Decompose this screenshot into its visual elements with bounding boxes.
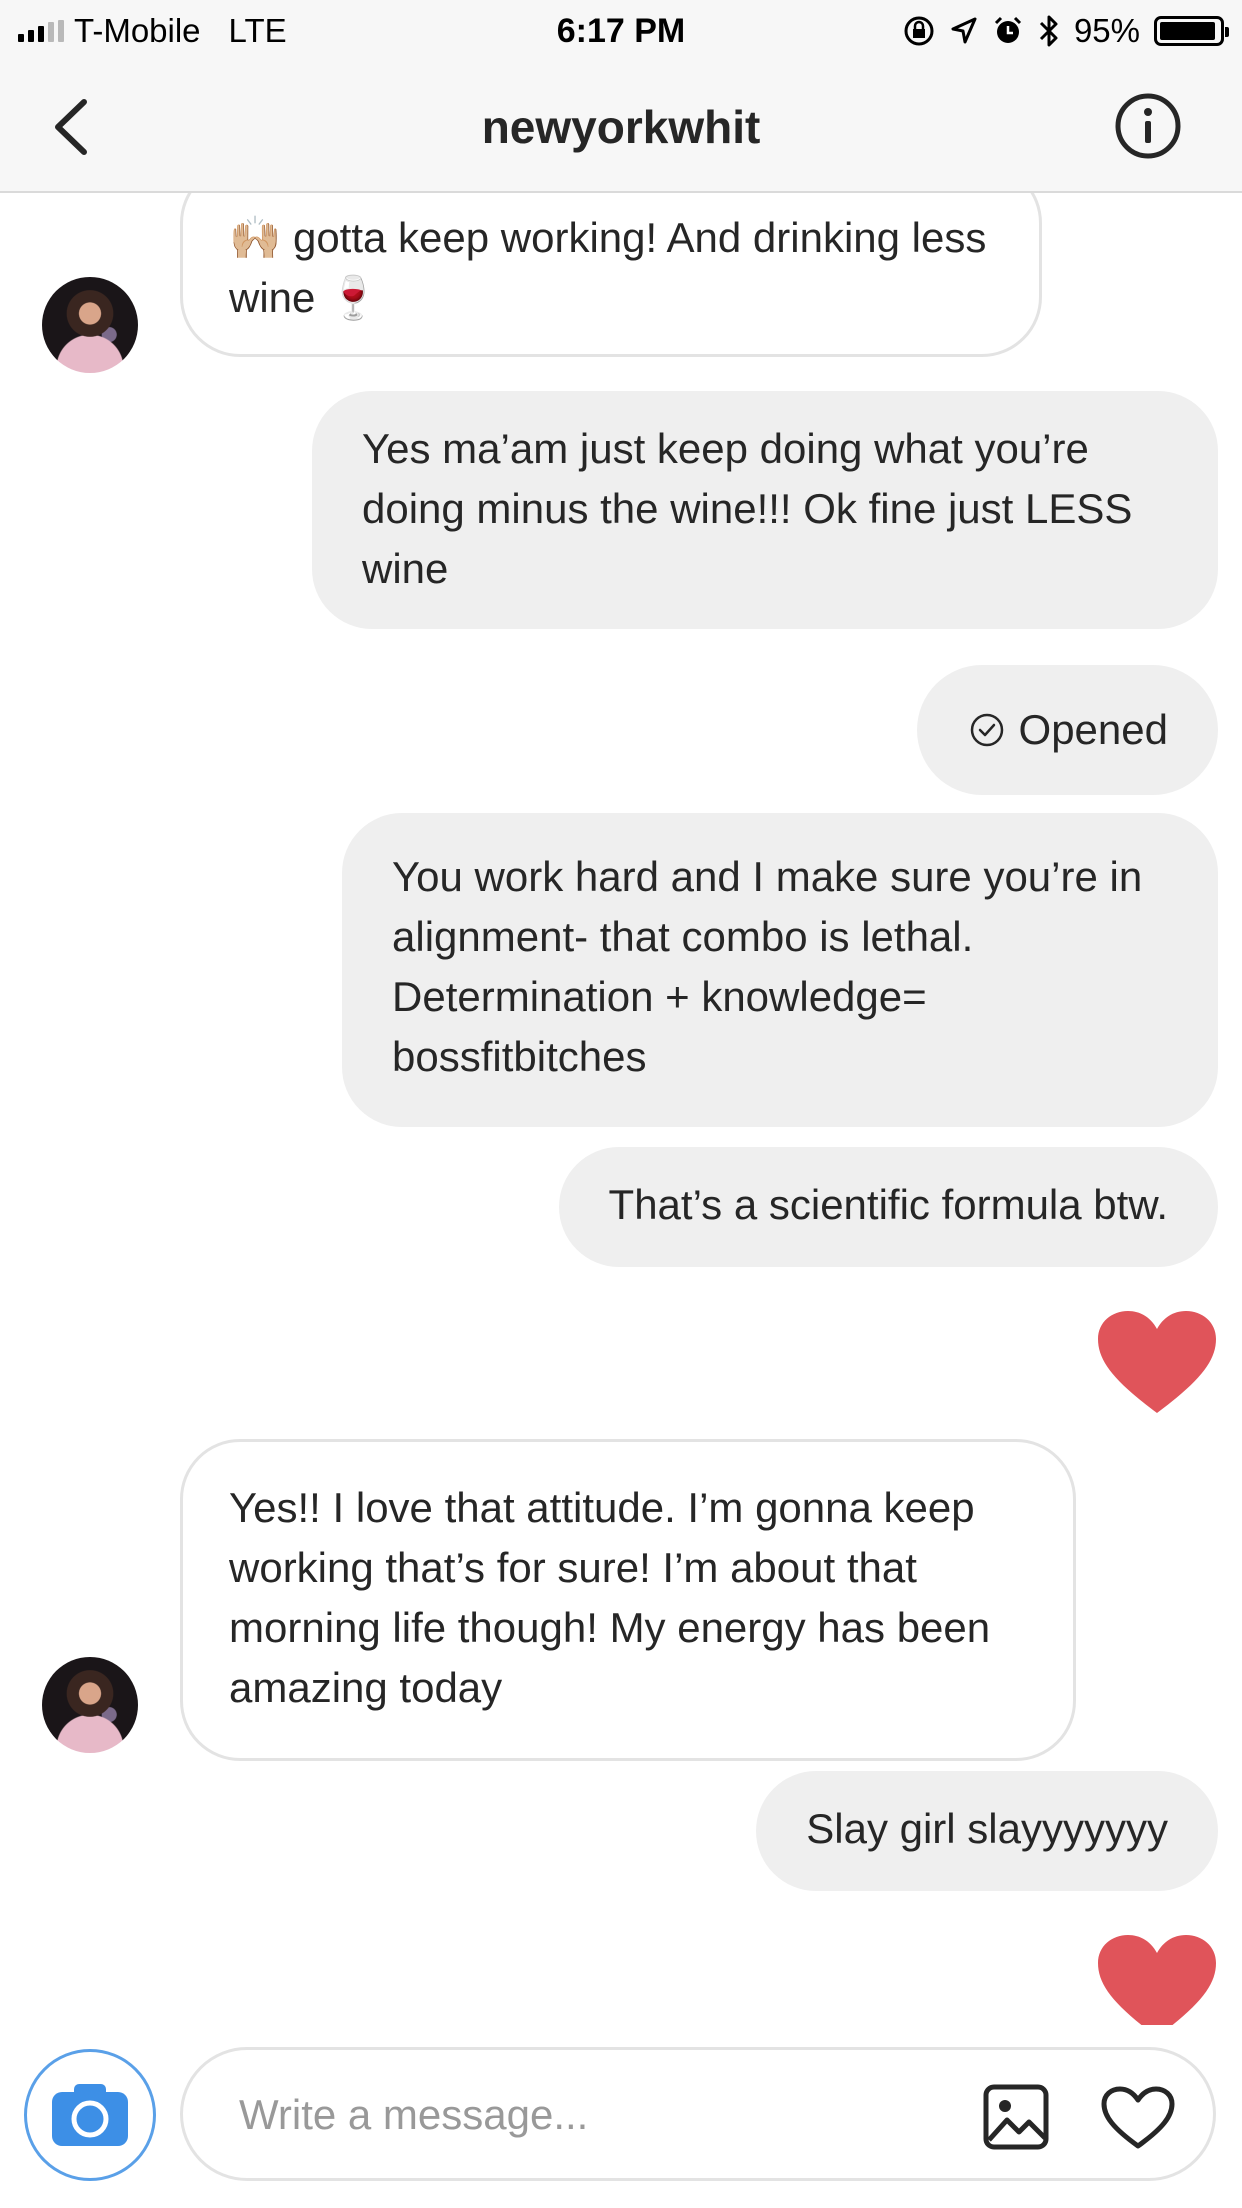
- heart-icon[interactable]: [1096, 1933, 1218, 2025]
- camera-icon: [52, 2084, 128, 2146]
- heart-outline-icon[interactable]: [1101, 2086, 1175, 2150]
- message-text: Yes!! I love that attitude. I’m gonna ke…: [229, 1484, 991, 1711]
- incoming-message[interactable]: Yes!! I love that attitude. I’m gonna ke…: [180, 1439, 1076, 1761]
- status-right: 95%: [902, 12, 1229, 50]
- seen-status-label: Opened: [1018, 706, 1168, 753]
- message-text: 🙌🏼 gotta keep working! And drinking less…: [229, 214, 987, 321]
- battery-icon: [1154, 16, 1229, 46]
- outgoing-message[interactable]: That’s a scientific formula btw.: [558, 1147, 1218, 1267]
- camera-button[interactable]: [24, 2049, 156, 2181]
- orientation-lock-icon: [904, 16, 934, 46]
- info-icon[interactable]: [1114, 92, 1182, 160]
- outgoing-message[interactable]: Slay girl slayyyyyyy: [756, 1771, 1218, 1891]
- conversation-header: newyorkwhit: [0, 62, 1242, 193]
- gallery-icon[interactable]: [983, 2084, 1049, 2150]
- message-text: That’s a scientific formula btw.: [608, 1181, 1168, 1228]
- avatar[interactable]: [42, 277, 138, 373]
- battery-percent: 95%: [1073, 12, 1140, 49]
- message-composer: [0, 2025, 1242, 2208]
- message-text: You work hard and I make sure you’re in …: [392, 853, 1143, 1080]
- alarm-icon: [994, 16, 1021, 43]
- location-icon: [951, 17, 977, 44]
- heart-icon[interactable]: [1096, 1309, 1218, 1417]
- outgoing-message[interactable]: You work hard and I make sure you’re in …: [342, 813, 1218, 1127]
- avatar[interactable]: [42, 1657, 138, 1753]
- check-circle-icon: [970, 713, 1003, 747]
- seen-status: Opened: [916, 665, 1218, 795]
- message-input-container[interactable]: [180, 2047, 1216, 2181]
- status-bar: T-Mobile LTE 6:17 PM 95%: [0, 0, 1242, 62]
- message-thread[interactable]: 🙌🏼 gotta keep working! And drinking less…: [0, 193, 1242, 2025]
- message-text: Slay girl slayyyyyyy: [806, 1805, 1168, 1852]
- message-input[interactable]: [239, 2080, 939, 2150]
- outgoing-message[interactable]: Yes ma’am just keep doing what you’re do…: [312, 391, 1218, 629]
- message-text: Yes ma’am just keep doing what you’re do…: [362, 425, 1133, 592]
- bluetooth-icon: [1039, 15, 1058, 47]
- incoming-message[interactable]: 🙌🏼 gotta keep working! And drinking less…: [180, 193, 1042, 357]
- conversation-title[interactable]: newyorkwhit: [0, 100, 1242, 154]
